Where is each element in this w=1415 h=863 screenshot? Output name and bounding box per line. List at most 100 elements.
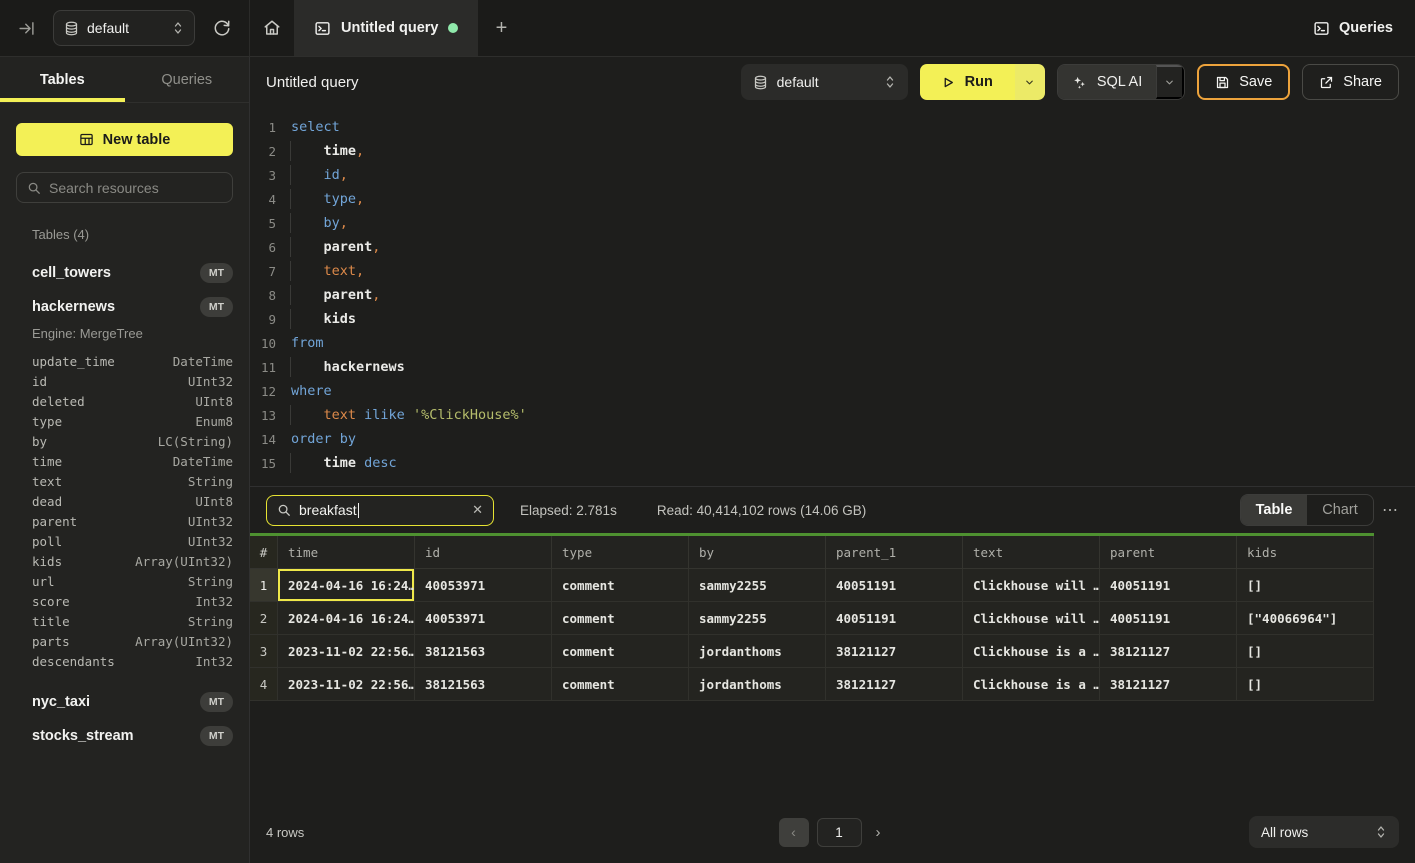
plus-icon: + — [496, 17, 508, 39]
column-header-kids: kids — [1237, 536, 1374, 569]
results-footer: 4 rows ‹ 1 › All rows — [250, 801, 1415, 863]
refresh-icon — [213, 19, 231, 37]
table-cell[interactable]: 40051191 — [1100, 602, 1237, 635]
run-button[interactable]: Run — [920, 64, 1015, 100]
table-cell[interactable]: 38121563 — [415, 668, 552, 701]
results-search-value: breakfast — [299, 502, 464, 518]
database-icon — [753, 75, 768, 90]
table-cell[interactable]: comment — [552, 569, 689, 602]
rows-per-page-selector[interactable]: All rows — [1249, 816, 1399, 848]
table-cell[interactable]: sammy2255 — [689, 569, 826, 602]
topbar-database-selector[interactable]: default — [53, 10, 195, 46]
queries-button[interactable]: Queries — [1313, 20, 1393, 37]
table-cell[interactable]: Clickhouse is a … — [963, 635, 1100, 668]
table-cell[interactable]: 40053971 — [415, 602, 552, 635]
sql-editor[interactable]: 1select2 time,3 id,4 type,5 by,6 parent,… — [250, 107, 1415, 487]
table-cell[interactable]: 38121127 — [826, 668, 963, 701]
save-button[interactable]: Save — [1197, 64, 1290, 100]
row-number-cell: 2 — [250, 602, 278, 635]
share-button[interactable]: Share — [1302, 64, 1399, 100]
code-line-text: time, — [290, 143, 364, 159]
table-item-nyc-taxi[interactable]: nyc_taxi MT — [16, 685, 233, 719]
table-cell[interactable]: 2023-11-02 22:56… — [278, 635, 415, 668]
code-line-text: type, — [290, 191, 364, 207]
table-cell[interactable]: 38121127 — [1100, 668, 1237, 701]
next-page-button[interactable]: › — [870, 824, 887, 841]
code-line: 1select — [250, 115, 1415, 139]
table-cell[interactable]: comment — [552, 602, 689, 635]
collapse-sidebar-button[interactable] — [14, 16, 39, 41]
table-cell[interactable]: ["40066964"] — [1237, 602, 1374, 635]
sql-ai-button[interactable]: SQL AI — [1058, 65, 1156, 99]
home-button[interactable] — [250, 0, 294, 56]
chevron-down-icon — [1024, 77, 1035, 88]
engine-badge: MT — [200, 297, 233, 317]
column-row: typeEnum8 — [32, 411, 233, 431]
column-name: time — [32, 454, 62, 469]
view-toggle-chart[interactable]: Chart — [1307, 495, 1373, 525]
table-cell[interactable]: 38121563 — [415, 635, 552, 668]
table-cell[interactable]: 2024-04-16 16:24… — [278, 602, 415, 635]
sidebar-search-input[interactable] — [49, 180, 222, 196]
chevron-down-icon — [1164, 77, 1175, 88]
table-item-stocks-stream[interactable]: stocks_stream MT — [16, 719, 233, 753]
table-grid-icon — [79, 132, 94, 147]
table-cell[interactable]: 2024-04-16 16:24… — [278, 569, 415, 602]
current-page[interactable]: 1 — [817, 818, 862, 847]
tab-untitled-query[interactable]: Untitled query — [294, 0, 478, 56]
code-line: 3 id, — [250, 163, 1415, 187]
table-item-cell-towers[interactable]: cell_towers MT — [16, 256, 233, 290]
table-cell[interactable]: jordanthoms — [689, 668, 826, 701]
new-tab-button[interactable]: + — [478, 0, 524, 56]
sidebar-tab-queries[interactable]: Queries — [125, 57, 250, 102]
table-name: hackernews — [32, 299, 115, 315]
table-cell[interactable]: 40051191 — [826, 569, 963, 602]
column-header-rownum: # — [250, 536, 278, 569]
table-cell[interactable]: [] — [1237, 569, 1374, 602]
run-options-button[interactable] — [1015, 64, 1045, 100]
column-row: byLC(String) — [32, 431, 233, 451]
table-cell[interactable]: Clickhouse is a … — [963, 668, 1100, 701]
table-cell[interactable]: 40051191 — [1100, 569, 1237, 602]
refresh-button[interactable] — [209, 15, 235, 41]
table-cell[interactable]: 2023-11-02 22:56… — [278, 668, 415, 701]
column-type: LC(String) — [158, 434, 233, 449]
column-row: titleString — [32, 611, 233, 631]
table-name: stocks_stream — [32, 728, 134, 744]
table-cell[interactable]: sammy2255 — [689, 602, 826, 635]
prev-page-button[interactable]: ‹ — [779, 818, 809, 847]
code-line-text: text ilike '%ClickHouse%' — [290, 407, 527, 423]
code-line: 13 text ilike '%ClickHouse%' — [250, 403, 1415, 427]
column-row: deletedUInt8 — [32, 391, 233, 411]
results-search[interactable]: breakfast ✕ — [266, 495, 494, 526]
column-name: type — [32, 414, 62, 429]
more-options-button[interactable]: ⋯ — [1382, 500, 1399, 520]
main-panel: Untitled query default Run — [250, 57, 1415, 863]
table-cell[interactable]: Clickhouse will … — [963, 602, 1100, 635]
sidebar-search[interactable] — [16, 172, 233, 203]
sql-ai-button-group: SQL AI — [1057, 64, 1185, 100]
table-cell[interactable]: jordanthoms — [689, 635, 826, 668]
table-cell[interactable]: 38121127 — [826, 635, 963, 668]
column-name: deleted — [32, 394, 85, 409]
clear-search-button[interactable]: ✕ — [472, 502, 483, 518]
line-number: 10 — [250, 336, 276, 351]
table-cell[interactable]: comment — [552, 635, 689, 668]
table-cell[interactable]: Clickhouse will … — [963, 569, 1100, 602]
table-cell[interactable]: [] — [1237, 635, 1374, 668]
topbar-database-value: default — [87, 20, 164, 36]
column-type: DateTime — [173, 354, 233, 369]
table-cell[interactable]: 38121127 — [1100, 635, 1237, 668]
view-toggle-table[interactable]: Table — [1241, 495, 1307, 525]
table-cell[interactable]: 40053971 — [415, 569, 552, 602]
table-cell[interactable]: comment — [552, 668, 689, 701]
line-number: 1 — [250, 120, 276, 135]
table-cell[interactable]: [] — [1237, 668, 1374, 701]
query-database-selector[interactable]: default — [741, 64, 908, 100]
sidebar-tab-tables[interactable]: Tables — [0, 57, 125, 102]
new-table-button[interactable]: New table — [16, 123, 233, 156]
column-name: id — [32, 374, 47, 389]
sql-ai-options-button[interactable] — [1156, 65, 1184, 99]
table-item-hackernews[interactable]: hackernews MT — [16, 290, 233, 324]
table-cell[interactable]: 40051191 — [826, 602, 963, 635]
